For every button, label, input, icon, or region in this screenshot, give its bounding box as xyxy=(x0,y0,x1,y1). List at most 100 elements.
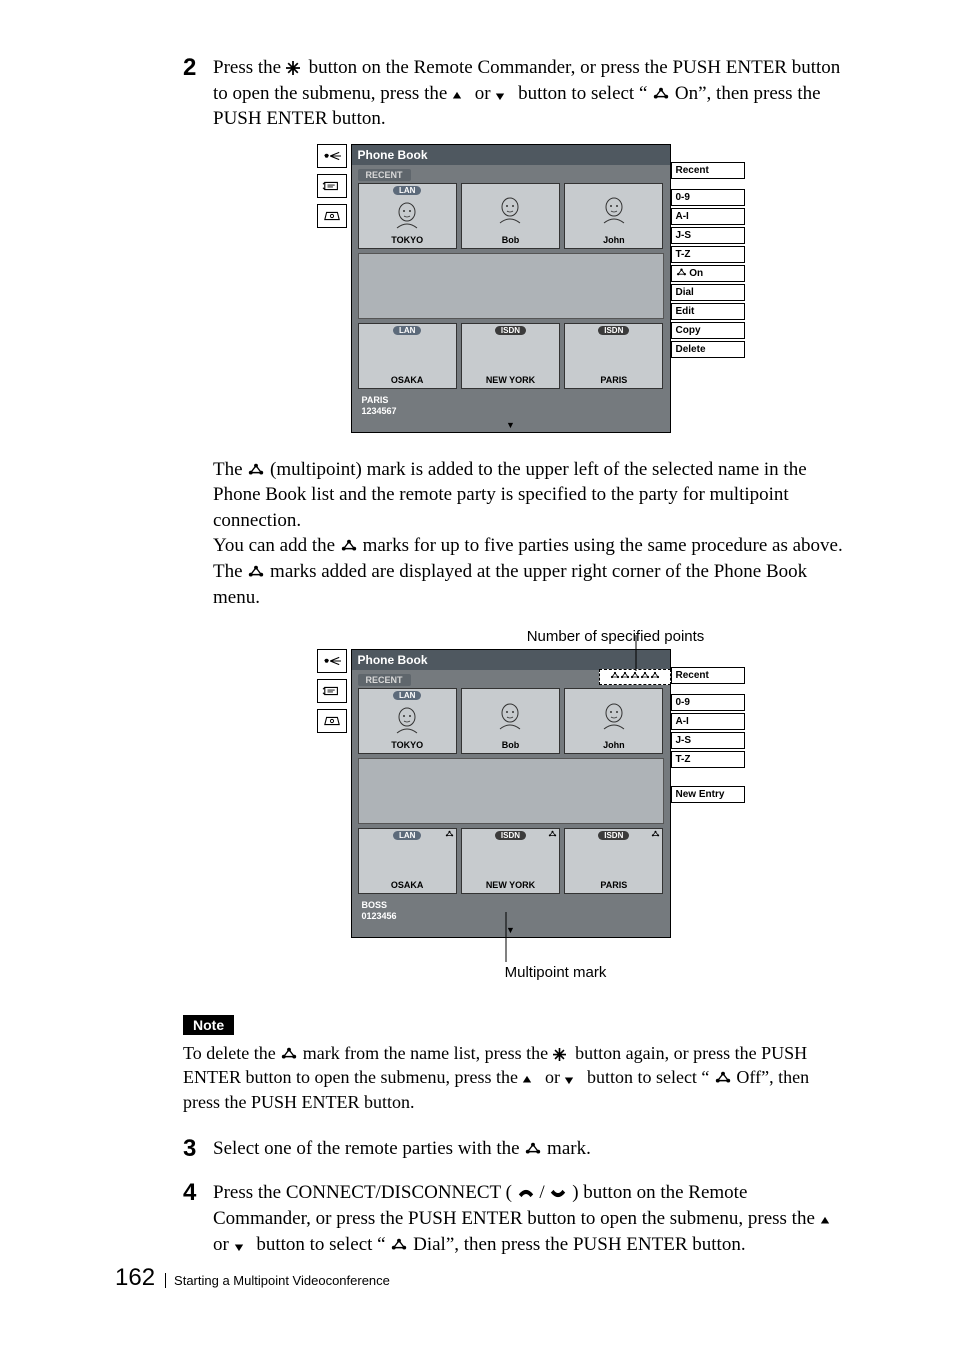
left-tab-list-icon[interactable] xyxy=(317,174,347,198)
contact-card[interactable]: ISDNNEW YORK xyxy=(461,323,560,389)
contact-name: TOKYO xyxy=(361,235,454,246)
phone-book-title: Phone Book xyxy=(352,650,670,670)
multipoint-count-strip xyxy=(599,669,671,685)
contact-card[interactable]: LANOSAKA xyxy=(358,323,457,389)
txt: Press the CONNECT/DISCONNECT ( xyxy=(213,1182,517,1203)
contact-card[interactable]: ISDNNEW YORK xyxy=(461,828,560,894)
network-tag: LAN xyxy=(393,831,421,840)
recent-tab[interactable]: RECENT xyxy=(358,169,411,181)
step-number: 2 xyxy=(183,55,213,132)
step-number: 4 xyxy=(183,1180,213,1257)
annotation-points: Number of specified points xyxy=(383,628,848,645)
multipoint-icon xyxy=(524,1138,542,1152)
pager-down-icon[interactable]: ▼ xyxy=(352,925,670,937)
right-tab[interactable]: Recent xyxy=(671,667,745,684)
txt: marks added are displayed at the upper r… xyxy=(213,561,807,608)
left-tab-connect-icon[interactable] xyxy=(317,649,347,673)
contact-name: John xyxy=(567,235,660,246)
contact-card[interactable]: John xyxy=(564,688,663,754)
network-tag: ISDN xyxy=(495,326,526,335)
pager-down-icon[interactable]: ▼ xyxy=(352,420,670,432)
paragraph: The (multipoint) mark is added to the up… xyxy=(213,457,848,611)
right-tab[interactable]: T-Z xyxy=(671,246,745,263)
step-body: Press the CONNECT/DISCONNECT ( / ) butto… xyxy=(213,1180,848,1257)
right-tab[interactable]: Edit xyxy=(671,303,745,320)
spacer xyxy=(671,686,745,692)
left-tab-list-icon[interactable] xyxy=(317,679,347,703)
contact-name: PARIS xyxy=(567,375,660,386)
txt: You can add the xyxy=(213,535,340,556)
left-tabs xyxy=(317,144,347,433)
selected-entry: PARIS 1234567 xyxy=(358,393,664,420)
left-tab-camera-icon[interactable] xyxy=(317,204,347,228)
txt: To delete the xyxy=(183,1043,280,1063)
right-tab[interactable]: T-Z xyxy=(671,751,745,768)
network-tag: LAN xyxy=(393,691,421,700)
phone-book-figure-1: Phone Book RECENT LANTOKYOBobJohn LANOSA… xyxy=(213,144,848,433)
pointer-line xyxy=(635,635,637,671)
note-body: To delete the mark from the name list, p… xyxy=(183,1041,848,1114)
arrow-up-icon xyxy=(452,83,470,97)
phone-book-panel: Phone Book RECENT LANTOKYOBobJohn LANOSA… xyxy=(351,144,671,433)
spacer xyxy=(671,770,745,776)
network-tag: LAN xyxy=(393,326,421,335)
txt: mark. xyxy=(547,1138,591,1159)
note-label: Note xyxy=(183,1015,234,1035)
multipoint-icon xyxy=(390,1234,408,1248)
contact-card[interactable]: LAN TOKYO xyxy=(358,688,457,754)
step-2: 2 Press the button on the Remote Command… xyxy=(183,55,848,132)
right-tab[interactable]: New Entry xyxy=(671,786,745,803)
arrow-up-icon xyxy=(522,1067,540,1081)
contact-name: PARIS xyxy=(567,880,660,891)
right-tab[interactable]: 0-9 xyxy=(671,189,745,206)
right-tab[interactable]: J-S xyxy=(671,732,745,749)
right-tab[interactable]: Copy xyxy=(671,322,745,339)
page-footer: 162 Starting a Multipoint Videoconferenc… xyxy=(115,1264,390,1292)
txt: Dial”, then press the PUSH ENTER button. xyxy=(413,1234,745,1255)
right-tab[interactable]: J-S xyxy=(671,227,745,244)
right-tab[interactable]: A-I xyxy=(671,713,745,730)
contact-card[interactable]: Bob xyxy=(461,688,560,754)
txt: Press the xyxy=(213,57,286,78)
txt: or xyxy=(545,1067,565,1087)
txt: (multipoint) mark is added to the upper … xyxy=(213,459,807,531)
right-tab[interactable]: Recent xyxy=(671,162,745,179)
face-icon xyxy=(390,200,424,230)
contact-card[interactable]: LANTOKYO xyxy=(358,183,457,249)
contact-card-empty xyxy=(358,758,664,824)
network-tag: ISDN xyxy=(598,326,629,335)
txt: button to select “ xyxy=(518,83,647,104)
multipoint-corner-icon xyxy=(548,830,557,840)
contact-card[interactable]: LANOSAKA xyxy=(358,828,457,894)
arrow-down-icon xyxy=(234,1234,252,1248)
left-tab-camera-icon[interactable] xyxy=(317,709,347,733)
contact-card-empty xyxy=(358,253,664,319)
contact-name: TOKYO xyxy=(361,740,454,751)
right-tab[interactable]: On xyxy=(671,265,745,282)
contact-card[interactable]: ISDNPARIS xyxy=(564,828,663,894)
txt: button to select “ xyxy=(256,1234,385,1255)
txt: The xyxy=(213,459,247,480)
face-icon xyxy=(597,701,631,731)
right-tab[interactable]: Delete xyxy=(671,341,745,358)
contact-card[interactable]: John xyxy=(564,183,663,249)
left-tab-connect-icon[interactable] xyxy=(317,144,347,168)
recent-tab[interactable]: RECENT xyxy=(358,674,411,686)
multipoint-corner-icon xyxy=(651,830,660,840)
right-tab[interactable]: 0-9 xyxy=(671,694,745,711)
contact-card[interactable]: Bob xyxy=(461,183,560,249)
multipoint-icon xyxy=(247,561,265,575)
annotation-multipoint: Multipoint mark xyxy=(263,964,848,981)
right-tab[interactable]: Dial xyxy=(671,284,745,301)
contact-card[interactable]: ISDN PARIS xyxy=(564,323,663,389)
txt: / xyxy=(539,1182,549,1203)
multipoint-icon xyxy=(247,459,265,473)
chapter-title: Starting a Multipoint Videoconference xyxy=(165,1273,390,1288)
multipoint-corner-icon xyxy=(445,830,454,840)
page-number: 162 xyxy=(115,1264,155,1292)
step-4: 4 Press the CONNECT/DISCONNECT ( / ) but… xyxy=(183,1180,848,1257)
selected-number: 1234567 xyxy=(362,406,660,417)
txt: or xyxy=(213,1234,234,1255)
phone-book-panel: Phone Book RECENT LAN TOKYO BobJohn LANOSA… xyxy=(351,649,671,938)
right-tab[interactable]: A-I xyxy=(671,208,745,225)
